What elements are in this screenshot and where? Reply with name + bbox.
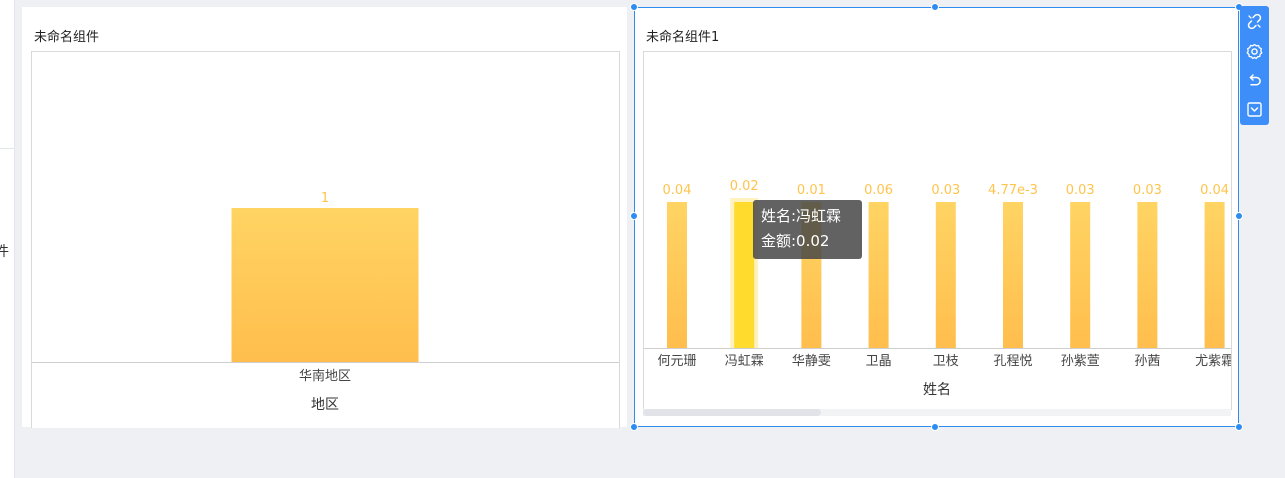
bar-7[interactable] (1137, 202, 1158, 348)
x-tick-label: 何元珊 (657, 353, 696, 369)
x-axis-title: 地区 (311, 397, 339, 413)
x-tick-label: 卫晶 (866, 354, 892, 369)
widget-toolbar (1240, 6, 1269, 125)
x-tick-label: 华静雯 (792, 354, 831, 369)
widget-2[interactable]: 未命名组件1 0.04 何元珊 0.02 冯虹霖 0.01 华静雯 0.06 卫晶 0.03 卫枝… (634, 7, 1239, 427)
x-axis-title: 姓名 (923, 382, 951, 398)
chart-scrollbar-thumb[interactable] (643, 409, 821, 416)
undo-button[interactable] (1244, 70, 1265, 91)
x-tick-label: 冯虹霖 (725, 354, 764, 369)
widget-2-title: 未命名组件1 (646, 30, 720, 45)
bar-value-label: 0.01 (797, 183, 826, 198)
left-panel-edge: 件 (0, 0, 15, 478)
bar-1[interactable] (734, 202, 755, 348)
bar-value-label: 0.03 (1066, 183, 1095, 198)
bar-4[interactable] (935, 202, 956, 348)
settings-icon (1246, 43, 1263, 60)
tooltip-name-line: 姓名:冯虹霖 (761, 207, 842, 225)
widget-2-bar-chart: 0.04 何元珊 0.02 冯虹霖 0.01 华静雯 0.06 卫晶 0.03 卫枝 4.77e-3… (644, 179, 1234, 398)
x-tick-label: 孙茜 (1134, 354, 1160, 369)
bar-value-label: 4.77e-3 (988, 183, 1038, 198)
bar-3[interactable] (868, 202, 889, 348)
bar-value-label: 0.04 (663, 183, 692, 198)
unlink-icon (1247, 13, 1262, 30)
resize-handle-bottom[interactable] (931, 423, 939, 431)
unlink-button[interactable] (1244, 11, 1265, 32)
bar-value-label: 1 (321, 191, 329, 206)
widget-1-bar-chart: 1 华南地区地区 (32, 191, 619, 413)
bar-value-label: 0.03 (1133, 183, 1162, 198)
resize-handle-bottom-right[interactable] (1235, 423, 1243, 431)
collapse-button[interactable] (1244, 99, 1265, 120)
x-tick-label: 尤紫霜 (1195, 354, 1231, 369)
bar-tooltip: 姓名:冯虹霖 金额:0.02 (753, 200, 862, 259)
x-tick-label: 孙紫萱 (1061, 354, 1100, 369)
bar-value-label: 0.06 (864, 183, 893, 198)
undo-icon (1249, 74, 1261, 86)
collapse-icon (1247, 102, 1262, 117)
bar-value-label: 0.03 (931, 183, 960, 198)
resize-handle-top[interactable] (931, 3, 939, 11)
widget-1[interactable]: 未命名组件 1 华南地区地区 (22, 7, 627, 428)
bar-0[interactable] (231, 208, 419, 362)
widget-2-chart-frame: 0.04 何元珊 0.02 冯虹霖 0.01 华静雯 0.06 卫晶 0.03 卫枝 4.77e-3… (643, 51, 1234, 410)
bar-5[interactable] (1003, 202, 1023, 348)
bar-0[interactable] (667, 202, 687, 348)
x-tick-label: 卫枝 (933, 354, 959, 369)
left-panel-clipped-text: 件 (0, 244, 9, 260)
bar-6[interactable] (1070, 202, 1091, 348)
widget-1-chart-frame: 1 华南地区地区 (31, 51, 620, 428)
bar-8[interactable] (1204, 202, 1225, 348)
resize-handle-top-left[interactable] (630, 3, 638, 11)
widget-1-title: 未命名组件 (34, 30, 100, 45)
tooltip-amount-line: 金额:0.02 (761, 232, 830, 250)
x-tick-label: 华南地区 (299, 368, 351, 384)
divider (0, 148, 14, 149)
x-tick-label: 孔程悦 (993, 354, 1032, 369)
resize-handle-right[interactable] (1235, 212, 1243, 220)
resize-handle-bottom-left[interactable] (630, 423, 638, 431)
resize-handle-left[interactable] (630, 212, 638, 220)
settings-button[interactable] (1244, 41, 1265, 62)
bar-value-label: 0.04 (1200, 183, 1229, 198)
bar-value-label: 0.02 (730, 179, 759, 194)
